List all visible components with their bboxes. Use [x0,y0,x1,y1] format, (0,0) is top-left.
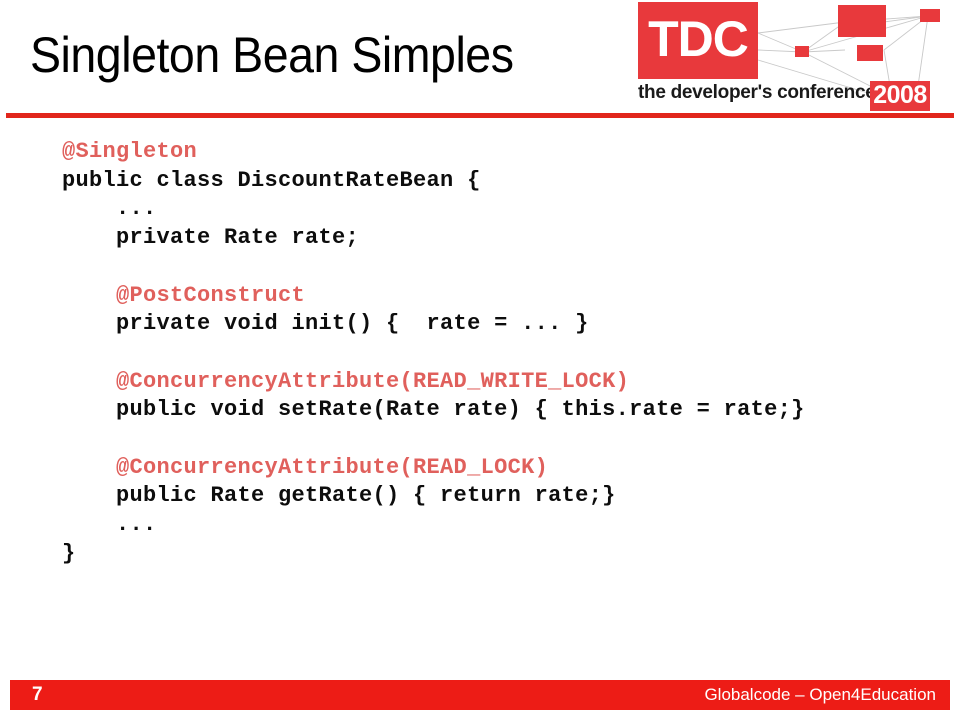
tdc-logo: TDC the developer's conference 2008 [632,0,960,115]
code-line: ... [62,512,157,538]
code-line: public void setRate(Rate rate) { this.ra… [62,397,805,423]
logo-year-text: 2008 [873,80,927,109]
logo-year-badge: 2008 [870,81,930,111]
footer-bar: 7 Globalcode – Open4Education [10,680,950,710]
code-line: @ConcurrencyAttribute(READ_WRITE_LOCK) [62,368,630,394]
footer-credit: Globalcode – Open4Education [704,685,936,704]
code-line: public Rate getRate() { return rate;} [62,483,616,509]
code-line: @PostConstruct [62,282,306,308]
code-line: } [62,540,76,566]
page-number: 7 [32,684,43,705]
code-line: @ConcurrencyAttribute(READ_LOCK) [62,454,549,480]
code-line: ... [62,196,157,222]
header-divider [6,113,954,118]
code-line: @Singleton [62,139,198,164]
code-line: private void init() { rate = ... } [62,311,589,337]
logo-tagline: the developer's conference [638,82,876,103]
tdc-mark-block: TDC [638,2,758,79]
code-line: private Rate rate; [62,225,360,251]
code-line: public class DiscountRateBean { [62,167,481,193]
slide-canvas: Singleton Bean Simples TDC the developer… [0,0,960,716]
tdc-mark-text: TDC [648,11,749,67]
code-block: @Singleton public class DiscountRateBean… [62,138,922,569]
page-title: Singleton Bean Simples [30,27,514,83]
